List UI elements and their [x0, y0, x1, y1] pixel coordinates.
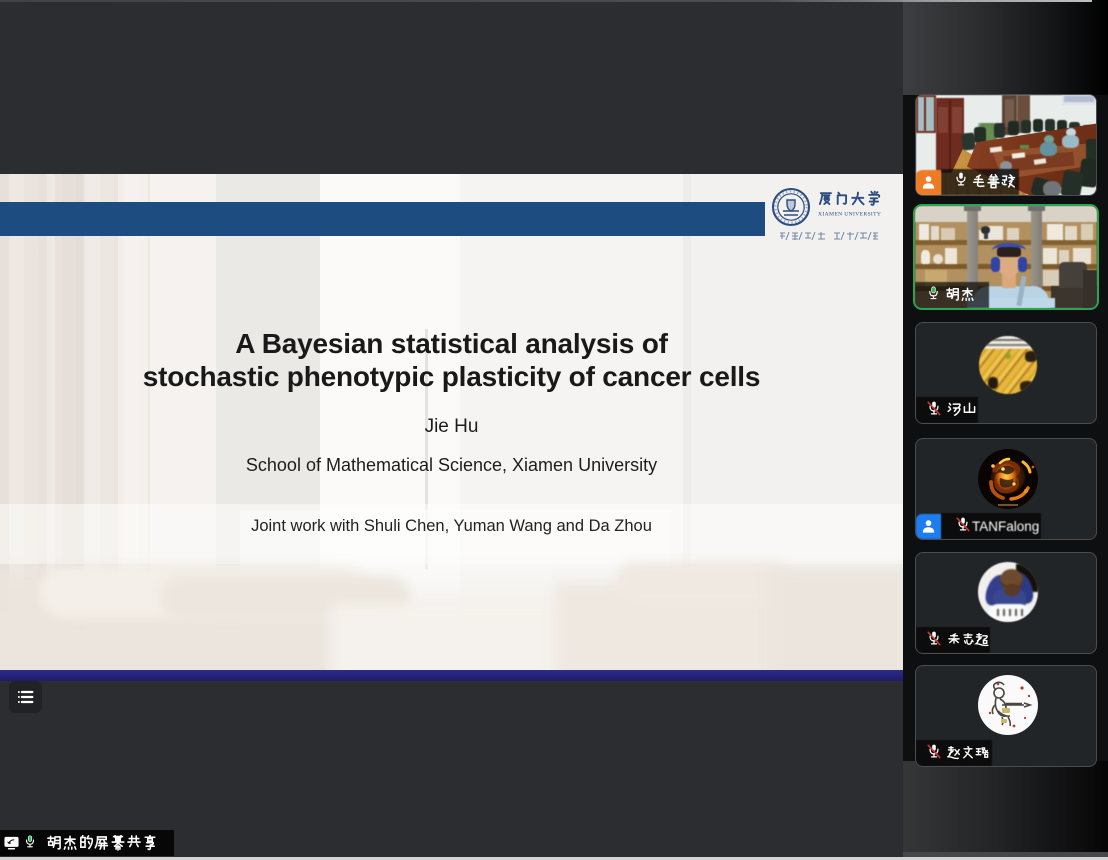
svg-text:XIAMEN UNIVERSITY: XIAMEN UNIVERSITY [818, 212, 881, 218]
